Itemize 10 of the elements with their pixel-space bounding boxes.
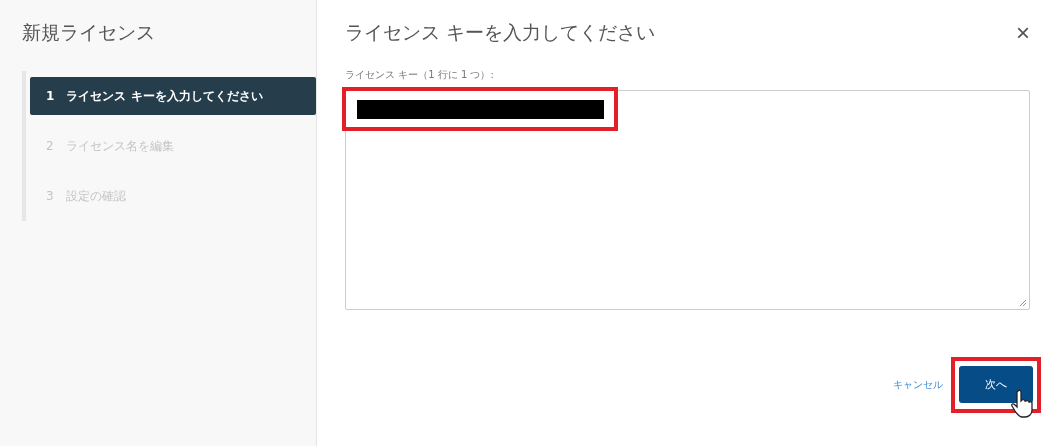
- close-button[interactable]: ×: [1016, 21, 1030, 45]
- field-label: ライセンス キー（1 行に 1 つ）:: [345, 68, 495, 82]
- next-button[interactable]: 次へ: [959, 366, 1033, 403]
- sidebar-title: 新規ライセンス: [22, 20, 156, 45]
- license-key-field[interactable]: [345, 90, 1030, 310]
- resize-grip-icon: [1019, 299, 1027, 307]
- dialog-title: ライセンス キーを入力してください: [345, 20, 656, 45]
- cancel-link[interactable]: キャンセル: [893, 377, 943, 392]
- hand-cursor-icon: [1011, 389, 1033, 419]
- step-item[interactable]: 1 ライセンス キーを入力してください: [30, 77, 316, 115]
